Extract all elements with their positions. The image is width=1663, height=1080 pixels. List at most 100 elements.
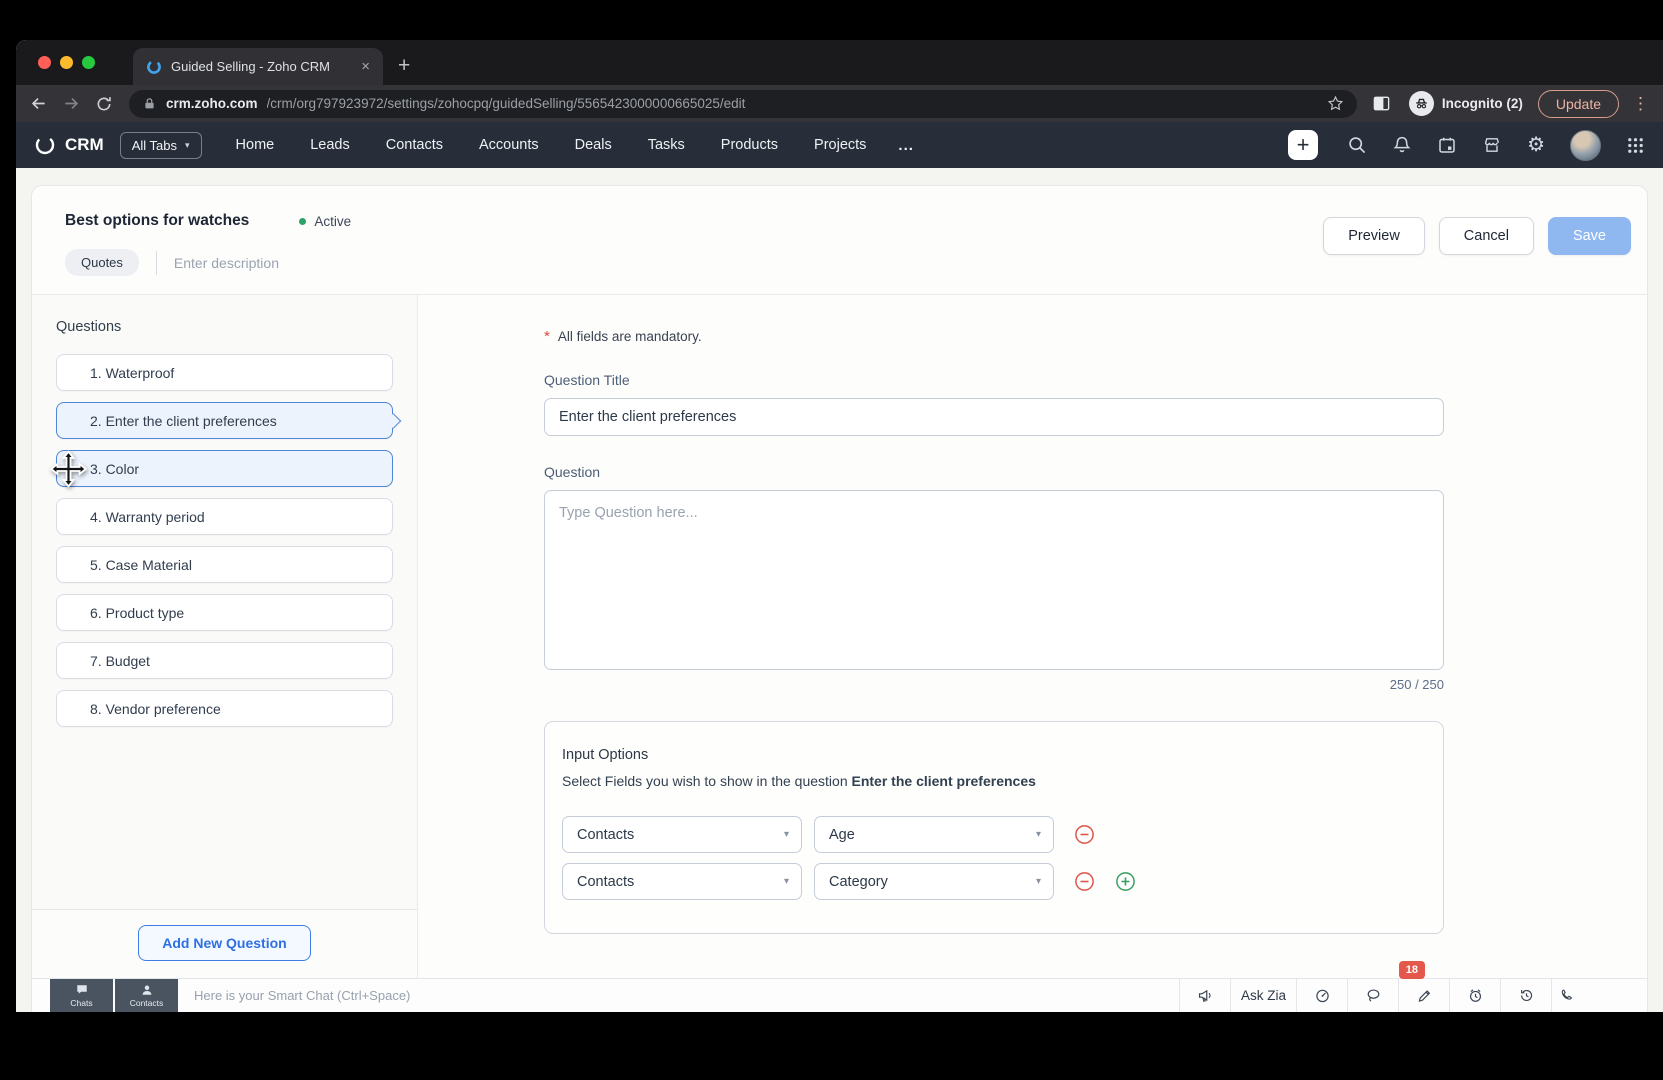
new-tab-button[interactable]: + (398, 55, 410, 76)
bookmark-star-icon[interactable] (1327, 95, 1344, 112)
question-item-1[interactable]: 1. Waterproof (56, 354, 393, 391)
add-row-icon[interactable] (1115, 871, 1136, 892)
url-bar[interactable]: crm.zoho.com /crm/org797923972/settings/… (129, 89, 1357, 118)
zoho-crm-logo: CRM (34, 134, 104, 156)
question-item-label: 2. Enter the client preferences (90, 412, 277, 429)
nav-item-leads[interactable]: Leads (292, 137, 368, 153)
telephony-icon[interactable] (1551, 979, 1581, 1012)
guided-selling-card: Best options for watches Active Quotes E… (32, 186, 1647, 1012)
field-select-value: Age (829, 826, 855, 843)
crm-top-nav: CRM All Tabs ▾ Home Leads Contacts Accou… (16, 122, 1663, 168)
question-editor: * All fields are mandatory. Question Tit… (418, 295, 1647, 978)
save-button[interactable]: Save (1547, 217, 1631, 255)
question-item-2[interactable]: 2. Enter the client preferences (56, 402, 401, 439)
update-button[interactable]: Update (1537, 89, 1619, 118)
incognito-indicator: Incognito (2) (1403, 91, 1529, 116)
header-actions: Preview Cancel Save (1323, 212, 1631, 276)
nav-item-products[interactable]: Products (703, 137, 796, 153)
notification-count-badge: 18 (1398, 961, 1425, 980)
nav-item-contacts[interactable]: Contacts (368, 137, 461, 153)
add-new-question-button[interactable]: Add New Question (138, 925, 311, 961)
description-field[interactable]: Enter description (174, 255, 279, 271)
ask-zia-button[interactable]: Ask Zia (1230, 979, 1296, 1012)
module-select-value: Contacts (577, 826, 635, 843)
nav-more-button[interactable]: ... (884, 137, 928, 154)
subtitle-question-name: Enter the client preferences (851, 773, 1036, 789)
nav-item-home[interactable]: Home (218, 137, 293, 153)
browser-menu-icon[interactable]: ⋮ (1628, 94, 1653, 114)
user-avatar[interactable] (1570, 129, 1601, 161)
required-asterisk: * (544, 328, 550, 345)
zoom-window-button[interactable] (82, 56, 95, 69)
cancel-button[interactable]: Cancel (1438, 217, 1534, 255)
tab-title: Guided Selling - Zoho CRM (171, 59, 330, 74)
nav-item-projects[interactable]: Projects (796, 137, 884, 153)
side-panel-icon[interactable] (1370, 92, 1394, 116)
question-item-label: 6. Product type (90, 604, 185, 621)
question-item-8[interactable]: 8. Vendor preference (56, 690, 393, 727)
sidebar-footer: Add New Question (32, 909, 417, 978)
chevron-down-icon: ▾ (1035, 829, 1041, 840)
selected-item-pointer (385, 412, 401, 429)
remove-row-icon[interactable] (1074, 871, 1095, 892)
history-icon[interactable] (1500, 979, 1551, 1012)
tab-favicon-icon (146, 59, 162, 75)
chevron-down-icon: ▾ (1035, 876, 1041, 887)
nav-item-tasks[interactable]: Tasks (630, 137, 703, 153)
question-item-5[interactable]: 5. Case Material (56, 546, 393, 583)
module-select[interactable]: Contacts ▾ (562, 816, 802, 853)
browser-tab[interactable]: Guided Selling - Zoho CRM × (133, 48, 383, 85)
chevron-down-icon: ▾ (783, 876, 789, 887)
lasso-icon[interactable] (1347, 979, 1398, 1012)
input-option-row: Contacts ▾ Age ▾ (562, 816, 1426, 853)
back-icon[interactable] (26, 92, 50, 116)
question-item-6[interactable]: 6. Product type (56, 594, 393, 631)
dock-contacts[interactable]: Contacts (115, 979, 178, 1012)
tab-close-icon[interactable]: × (358, 58, 373, 75)
question-item-label: 4. Warranty period (90, 508, 205, 525)
all-tabs-label: All Tabs (131, 137, 178, 153)
settings-gear-icon[interactable]: ⚙ (1527, 135, 1545, 155)
module-select[interactable]: Contacts ▾ (562, 863, 802, 900)
field-select[interactable]: Age ▾ (814, 816, 1054, 853)
nav-item-accounts[interactable]: Accounts (461, 137, 557, 153)
dock-chats[interactable]: Chats (50, 979, 113, 1012)
input-options-title: Input Options (562, 747, 649, 763)
zia-notes-icon[interactable] (1398, 979, 1449, 1012)
nav-item-deals[interactable]: Deals (557, 137, 630, 153)
question-title-input[interactable]: Enter the client preferences (544, 398, 1444, 436)
question-item-7[interactable]: 7. Budget (56, 642, 393, 679)
question-item-3[interactable]: 3. Color (50, 450, 393, 487)
minimize-window-button[interactable] (60, 56, 73, 69)
search-icon[interactable] (1347, 135, 1367, 155)
question-item-label: 7. Budget (90, 652, 150, 669)
remove-row-icon[interactable] (1074, 824, 1095, 845)
url-host: crm.zoho.com (166, 96, 258, 111)
all-tabs-dropdown[interactable]: All Tabs ▾ (119, 131, 202, 159)
calendar-icon[interactable] (1437, 135, 1457, 155)
close-window-button[interactable] (38, 56, 51, 69)
quick-create-button[interactable]: + (1288, 130, 1319, 160)
smart-chat-input[interactable]: Here is your Smart Chat (Ctrl+Space) (194, 988, 410, 1003)
question-label: Question (544, 464, 601, 480)
module-chip-quotes: Quotes (65, 249, 139, 276)
incognito-icon (1408, 91, 1434, 116)
alarm-clock-icon[interactable] (1449, 979, 1500, 1012)
announcement-icon[interactable] (1179, 979, 1230, 1012)
input-options-panel: Input Options Select Fields you wish to … (544, 721, 1444, 934)
tab-strip: Guided Selling - Zoho CRM × + (16, 40, 1663, 85)
record-header: Best options for watches Active Quotes E… (32, 186, 1647, 294)
status-dot-icon (299, 217, 307, 225)
chevron-down-icon: ▾ (783, 829, 789, 840)
reload-icon[interactable] (92, 92, 116, 116)
subtitle-prefix: Select Fields you wish to show in the qu… (562, 773, 852, 789)
preview-button[interactable]: Preview (1323, 217, 1425, 255)
forward-icon[interactable] (59, 92, 83, 116)
notifications-bell-icon[interactable] (1392, 135, 1412, 155)
marketplace-icon[interactable] (1482, 135, 1502, 155)
app-grid-icon[interactable] (1626, 136, 1645, 155)
gauge-icon[interactable] (1296, 979, 1347, 1012)
field-select[interactable]: Category ▾ (814, 863, 1054, 900)
question-item-4[interactable]: 4. Warranty period (56, 498, 393, 535)
question-textarea[interactable]: Type Question here... (544, 490, 1444, 670)
